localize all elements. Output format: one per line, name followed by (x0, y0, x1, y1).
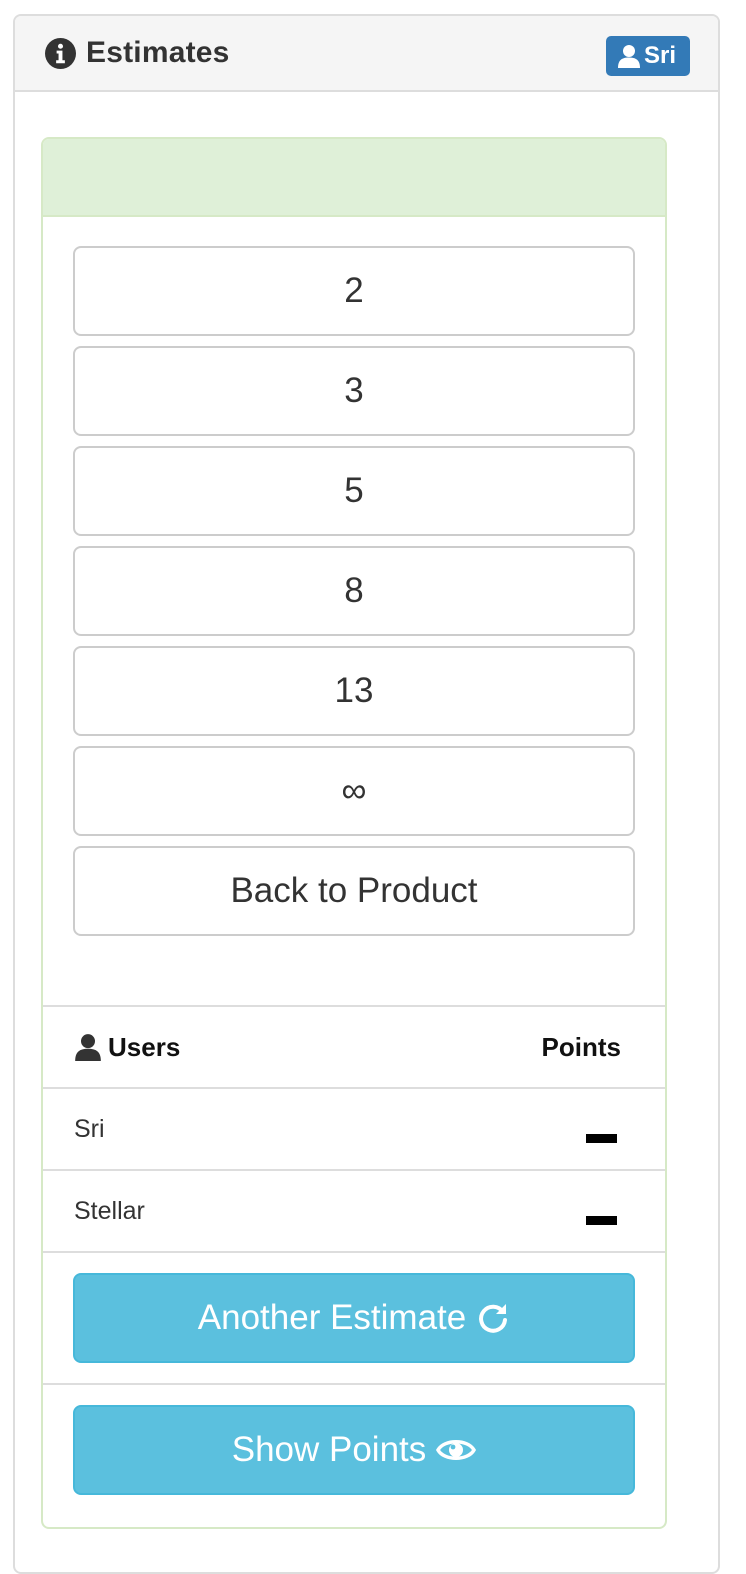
table-row: Sri (43, 1089, 665, 1169)
estimate-panel: 2 3 5 8 13 ∞ Back to Product Users Point… (41, 137, 667, 1529)
panel-heading: Estimates Sri (15, 16, 718, 92)
divider (43, 1383, 665, 1385)
points-value (586, 1215, 617, 1225)
estimate-option-button[interactable]: 3 (73, 346, 635, 436)
points-value (586, 1133, 617, 1143)
page-title: Estimates (86, 36, 230, 69)
table-row: Stellar (43, 1171, 665, 1251)
divider (43, 1251, 665, 1253)
estimate-panel-heading (43, 139, 665, 217)
back-to-product-button[interactable]: Back to Product (73, 846, 635, 936)
users-table-header: Users Points (43, 1007, 665, 1087)
estimate-option-button[interactable]: 13 (73, 646, 635, 736)
another-estimate-button[interactable]: Another Estimate (73, 1273, 635, 1363)
eye-icon (436, 1440, 477, 1460)
info-circle-icon (45, 37, 76, 69)
estimate-option-button[interactable]: 2 (73, 246, 635, 336)
user-icon (617, 45, 640, 68)
estimate-options: 2 3 5 8 13 ∞ Back to Product (43, 217, 665, 936)
another-estimate-label: Another Estimate (197, 1298, 467, 1337)
estimate-option-button[interactable]: 5 (73, 446, 635, 536)
estimate-option-button[interactable]: ∞ (73, 746, 635, 836)
refresh-icon (479, 1304, 508, 1333)
users-column-header: Users (74, 1032, 180, 1063)
show-points-button[interactable]: Show Points (73, 1405, 635, 1495)
user-name: Stellar (74, 1196, 145, 1225)
points-column-header: Points (541, 1031, 621, 1062)
estimate-option-button[interactable]: 8 (73, 546, 635, 636)
user-badge[interactable]: Sri (605, 36, 690, 76)
user-icon (75, 1034, 101, 1061)
users-header-label: Users (108, 1031, 181, 1062)
user-name: Sri (74, 1114, 105, 1143)
show-points-label: Show Points (231, 1430, 427, 1469)
user-badge-label: Sri (643, 42, 676, 69)
